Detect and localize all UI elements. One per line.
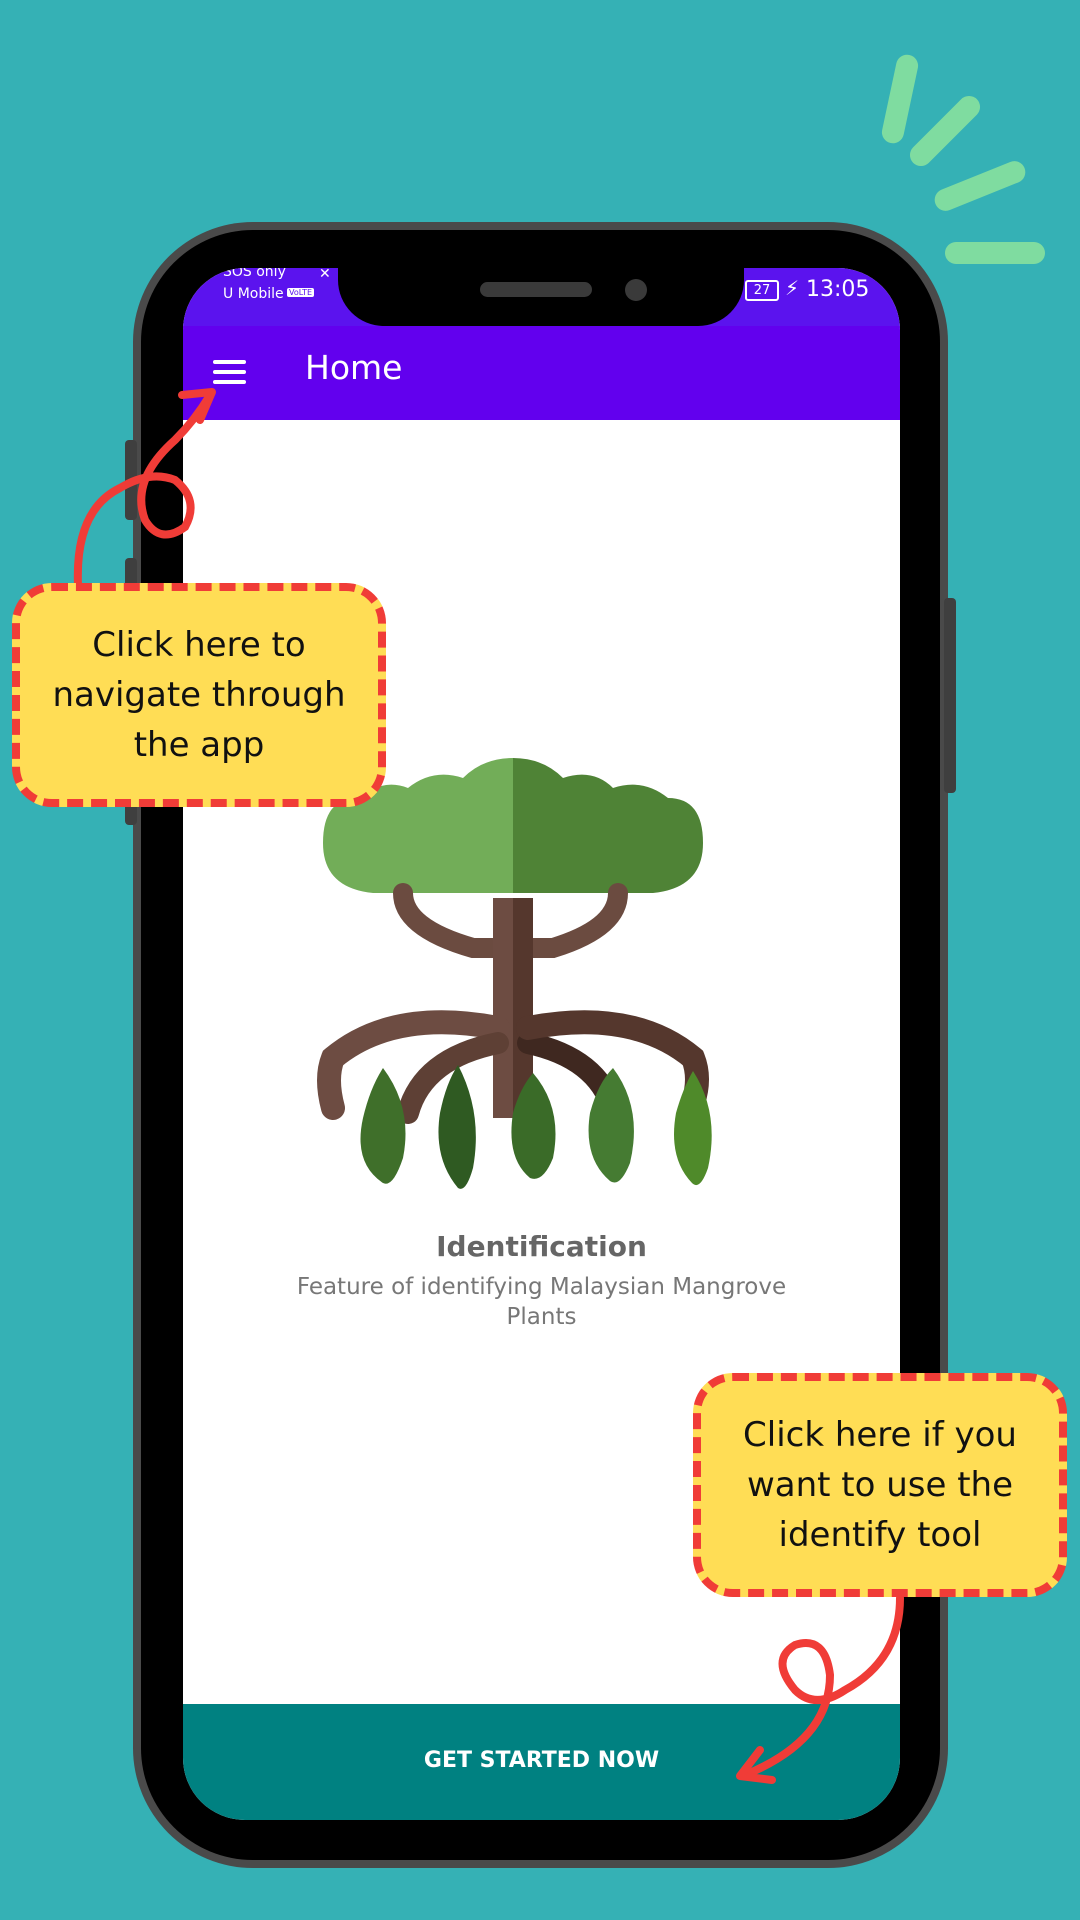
menu-hint-arrow	[73, 391, 214, 589]
start-hint-line: want to use the	[746, 1465, 1014, 1505]
menu-hint-line: navigate through	[52, 675, 346, 715]
start-hint-line: Click here if you	[743, 1415, 1017, 1455]
start-hint-line: identify tool	[778, 1515, 982, 1555]
menu-hint-line: Click here to	[92, 625, 306, 665]
start-hint-callout: Click here if you want to use the identi…	[693, 1373, 1067, 1597]
arrow-annotations	[73, 388, 904, 1784]
menu-hint-line: the app	[133, 725, 265, 765]
start-hint-arrow	[741, 1594, 904, 1779]
menu-hint-callout: Click here to navigate through the app	[12, 583, 386, 807]
